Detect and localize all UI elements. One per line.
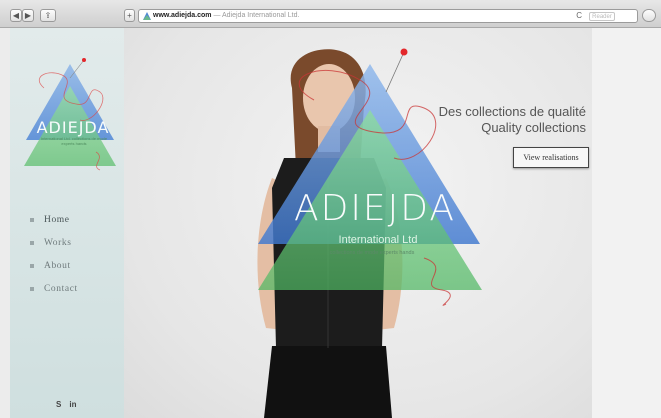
- url-page-title: — Adiejda International Ltd.: [213, 12, 300, 19]
- url-domain: www.adiejda.com: [153, 12, 212, 19]
- reload-icon[interactable]: C: [576, 10, 582, 22]
- back-button[interactable]: ◀: [10, 9, 22, 22]
- bullet-icon: [30, 263, 34, 268]
- linkedin-icon[interactable]: in: [69, 400, 76, 409]
- bullet-icon: [30, 217, 34, 222]
- nav-item-home[interactable]: Home: [30, 208, 78, 231]
- main-nav: Home Works About Contact: [30, 208, 78, 300]
- site-favicon-icon: [143, 12, 151, 22]
- hero-logo-subtitle: International Ltd: [338, 234, 418, 246]
- nav-item-contact[interactable]: Contact: [30, 277, 78, 300]
- hero-tagline: Des collections de qualité Quality colle…: [439, 104, 586, 136]
- browser-toolbar: ◀ ▶ ⇪ + www.adiejda.com — Adiejda Intern…: [0, 0, 661, 28]
- sidebar: ADIEJDA International Ltd. collections d…: [10, 28, 124, 418]
- reader-button[interactable]: Reader: [589, 12, 615, 21]
- web-page: ADIEJDA International Ltd. collections d…: [0, 28, 661, 418]
- right-margin: [592, 28, 661, 418]
- hero-logo-text: ADIEJDA: [293, 188, 457, 229]
- sidebar-logo-text: ADIEJDA: [36, 118, 110, 137]
- bullet-icon: [30, 286, 34, 291]
- add-bookmark-button[interactable]: +: [124, 9, 135, 22]
- browser-window: ◀ ▶ ⇪ + www.adiejda.com — Adiejda Intern…: [0, 0, 661, 418]
- tagline-english: Quality collections: [481, 120, 586, 135]
- share-button[interactable]: ⇪: [40, 9, 56, 22]
- sidebar-logo-tagline: International Ltd. collections de mode e…: [40, 136, 108, 146]
- nav-item-about[interactable]: About: [30, 254, 78, 277]
- forward-button[interactable]: ▶: [22, 9, 34, 22]
- skype-icon[interactable]: S: [56, 400, 61, 409]
- tagline-french: Des collections de qualité: [438, 104, 586, 119]
- downloads-button[interactable]: [642, 9, 656, 22]
- address-bar[interactable]: www.adiejda.com — Adiejda International …: [138, 9, 638, 23]
- social-links: S in: [56, 400, 76, 409]
- view-realisations-button[interactable]: View realisations: [513, 147, 589, 168]
- sidebar-logo[interactable]: [10, 28, 124, 188]
- hero-logo-small-text: collections de mode experts hands: [329, 250, 415, 256]
- nav-item-works[interactable]: Works: [30, 231, 78, 254]
- hero-section: ADIEJDA International Ltd collections de…: [124, 28, 592, 418]
- bullet-icon: [30, 240, 34, 245]
